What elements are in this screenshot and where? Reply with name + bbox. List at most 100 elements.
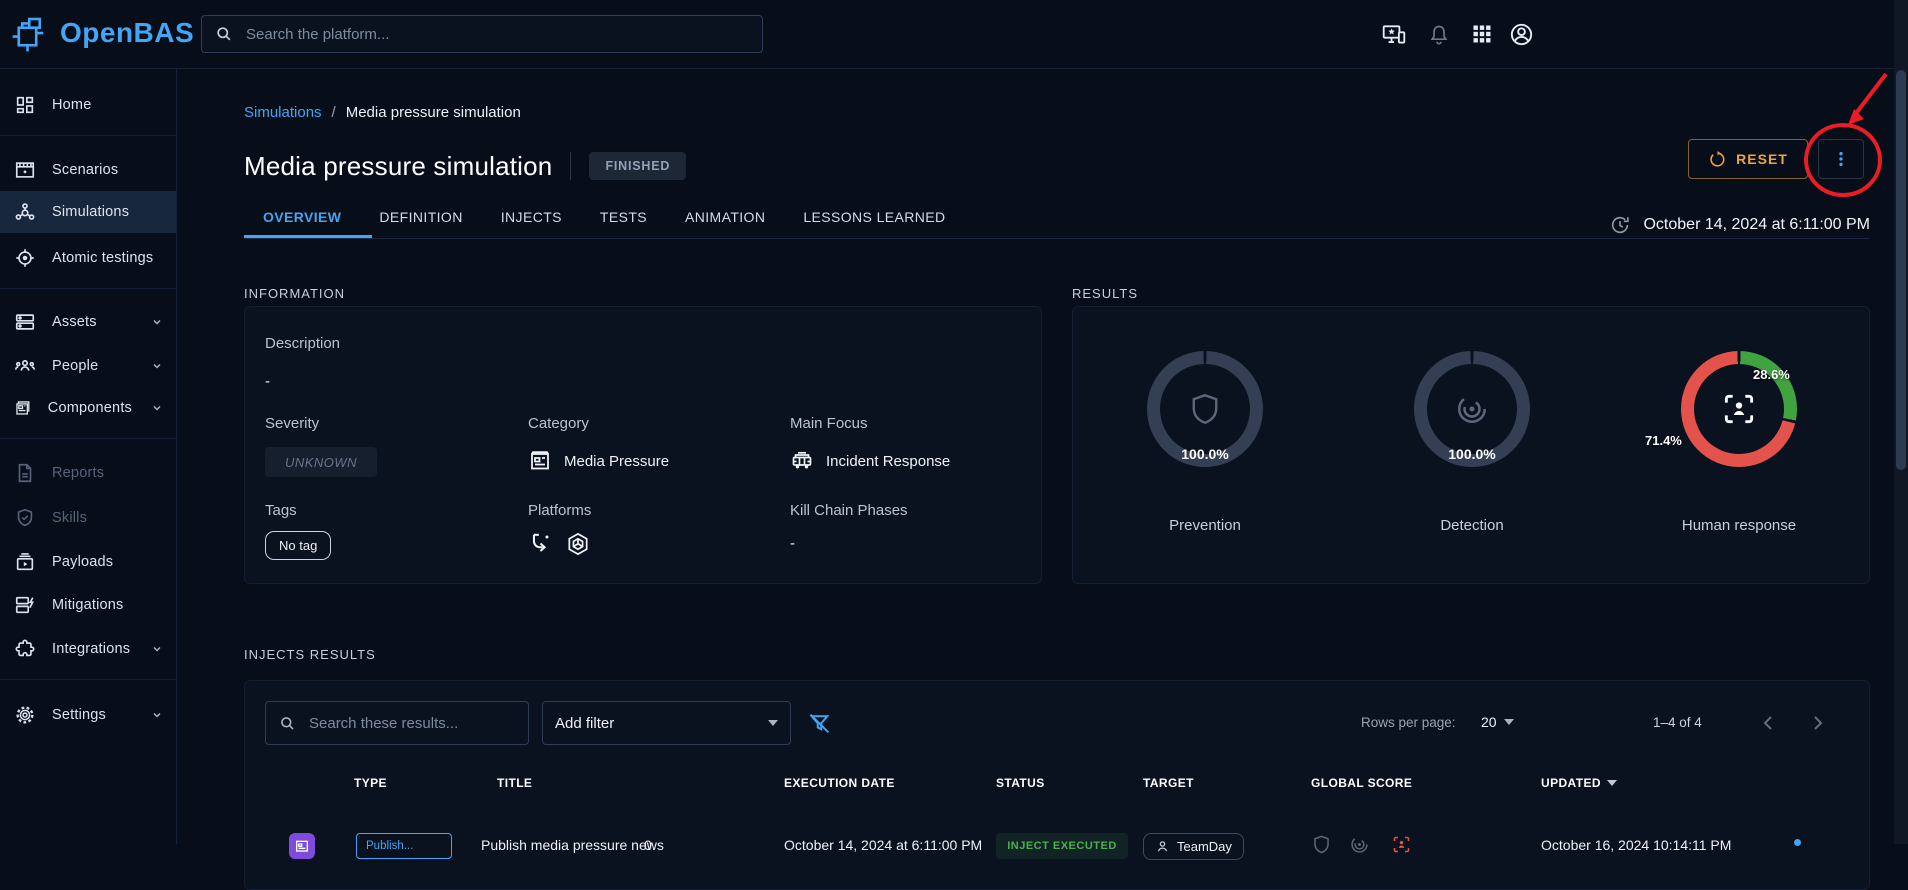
rows-per-page-label: Rows per page:: [1361, 715, 1456, 730]
updated-header-label: UPDATED: [1541, 776, 1601, 790]
category-value-row: Media Pressure: [528, 449, 669, 473]
human-response-chart: 28.6% 71.4% Human response: [1649, 351, 1829, 547]
breadcrumb: Simulations / Media pressure simulation: [244, 104, 521, 121]
prevention-donut-hole: [1160, 364, 1250, 454]
next-page-button[interactable]: [1805, 711, 1829, 735]
detection-title: Detection: [1362, 517, 1582, 534]
column-header-status[interactable]: STATUS: [996, 776, 1045, 790]
scrollbar-thumb[interactable]: [1896, 70, 1906, 470]
human-response-title: Human response: [1629, 517, 1849, 534]
shield-icon: [1187, 391, 1223, 427]
clear-filters-button[interactable]: [807, 711, 832, 736]
chevron-down-icon[interactable]: [148, 399, 166, 417]
information-panel: Description - Severity UNKNOWN Category …: [244, 306, 1042, 584]
prevention-title: Prevention: [1095, 517, 1315, 534]
sidebar-item-scenarios[interactable]: Scenarios: [0, 149, 176, 191]
annotation-arrowhead: [1848, 109, 1864, 125]
column-header-title[interactable]: TITLE: [497, 776, 532, 790]
search-input[interactable]: [244, 25, 750, 44]
tab-definition[interactable]: DEFINITION: [360, 196, 481, 238]
sidebar-item-payloads[interactable]: Payloads: [0, 541, 176, 583]
target-icon: [14, 247, 36, 269]
results-search-input[interactable]: [307, 714, 516, 733]
platform-search[interactable]: [201, 15, 763, 53]
groups-icon: [14, 355, 36, 377]
sidebar-item-atomic-testings[interactable]: Atomic testings: [0, 237, 176, 279]
app-logo[interactable]: OpenBAS: [10, 12, 194, 54]
reset-button[interactable]: RESET: [1688, 139, 1808, 179]
no-tag-chip[interactable]: No tag: [265, 531, 331, 560]
reset-button-label: RESET: [1736, 151, 1788, 167]
simulation-tabs: OVERVIEW DEFINITION INJECTS TESTS ANIMAT…: [244, 196, 965, 238]
simulation-menu-button[interactable]: [1818, 139, 1864, 179]
column-header-target[interactable]: TARGET: [1143, 776, 1194, 790]
table-row[interactable]: Publish... Publish media pressure news 0…: [245, 829, 1871, 873]
tab-tests[interactable]: TESTS: [581, 196, 666, 238]
sidebar-divider: [0, 288, 176, 289]
chevron-down-icon[interactable]: [148, 640, 166, 658]
tab-lessons-learned[interactable]: LESSONS LEARNED: [784, 196, 964, 238]
sidebar-item-mitigations[interactable]: Mitigations: [0, 584, 176, 626]
sidebar-item-label: Scenarios: [52, 162, 118, 178]
apps-grid-icon[interactable]: [1470, 22, 1494, 46]
sidebar-item-label: Mitigations: [52, 597, 124, 613]
tags-row: No tag: [265, 531, 331, 560]
main-focus-value: Incident Response: [826, 453, 950, 470]
row-menu-dot[interactable]: [1794, 839, 1801, 846]
chevron-down-icon[interactable]: [148, 357, 166, 375]
connected-devices-icon[interactable]: [1381, 22, 1407, 48]
column-header-updated[interactable]: UPDATED: [1541, 776, 1617, 790]
account-icon[interactable]: [1508, 21, 1535, 48]
caret-down-icon: [1504, 719, 1514, 725]
fire-truck-icon: [790, 449, 814, 473]
sidebar-nav: Home Scenarios Simulations Atomic testin…: [0, 68, 177, 844]
chevron-down-icon[interactable]: [148, 706, 166, 724]
human-response-success-pct: 28.6%: [1753, 367, 1790, 382]
tab-overview[interactable]: OVERVIEW: [244, 196, 360, 238]
page-title: Media pressure simulation: [244, 151, 552, 182]
breadcrumb-simulations-link[interactable]: Simulations: [244, 104, 322, 121]
sidebar-item-components[interactable]: Components: [0, 387, 176, 429]
tab-injects[interactable]: INJECTS: [482, 196, 581, 238]
sidebar-item-simulations[interactable]: Simulations: [0, 191, 176, 233]
sidebar-item-assets[interactable]: Assets: [0, 301, 176, 343]
description-value: -: [265, 373, 270, 390]
inject-updated-date: October 16, 2024 10:14:11 PM: [1541, 837, 1731, 853]
sidebar-item-integrations[interactable]: Integrations: [0, 628, 176, 670]
platform-api-icon: [528, 531, 554, 557]
column-header-global-score[interactable]: GLOBAL SCORE: [1311, 776, 1412, 790]
results-search[interactable]: [265, 701, 529, 745]
chevron-left-icon: [1757, 711, 1781, 735]
restart-icon: [1708, 150, 1727, 169]
sidebar-item-home[interactable]: Home: [0, 84, 176, 126]
kebab-menu-icon: [1831, 149, 1851, 169]
previous-page-button[interactable]: [1757, 711, 1781, 735]
annotation-arrow: [1854, 74, 1886, 116]
add-filter-label: Add filter: [555, 715, 614, 732]
human-response-failure-pct: 71.4%: [1645, 433, 1682, 448]
sidebar-item-label: Reports: [52, 465, 104, 481]
notifications-bell-icon[interactable]: [1427, 23, 1451, 47]
severity-chip: UNKNOWN: [265, 447, 377, 477]
breadcrumb-separator: /: [332, 104, 336, 121]
kill-chain-label: Kill Chain Phases: [790, 502, 908, 519]
movie-icon: [14, 159, 36, 181]
sidebar-item-label: People: [52, 358, 98, 374]
caret-down-icon: [768, 720, 778, 726]
simulation-datetime: October 14, 2024 at 6:11:00 PM: [1609, 210, 1870, 240]
category-value: Media Pressure: [564, 453, 669, 470]
add-filter-dropdown[interactable]: Add filter: [542, 701, 791, 745]
tab-animation[interactable]: ANIMATION: [666, 196, 784, 238]
sidebar-item-people[interactable]: People: [0, 345, 176, 387]
inject-target-chip[interactable]: TeamDay: [1143, 833, 1244, 860]
sidebar-item-settings[interactable]: Settings: [0, 694, 176, 736]
target-name: TeamDay: [1177, 839, 1232, 854]
column-header-execution-date[interactable]: EXECUTION DATE: [784, 776, 895, 790]
rows-per-page-select[interactable]: 20: [1481, 714, 1514, 730]
chevron-down-icon[interactable]: [148, 313, 166, 331]
column-header-type[interactable]: TYPE: [354, 776, 387, 790]
page-scrollbar[interactable]: [1894, 0, 1908, 844]
sidebar-divider: [0, 135, 176, 136]
injects-results-panel: Add filter Rows per page: 20 1–4 of 4 TY…: [244, 680, 1870, 890]
datetime-text: October 14, 2024 at 6:11:00 PM: [1643, 216, 1870, 234]
